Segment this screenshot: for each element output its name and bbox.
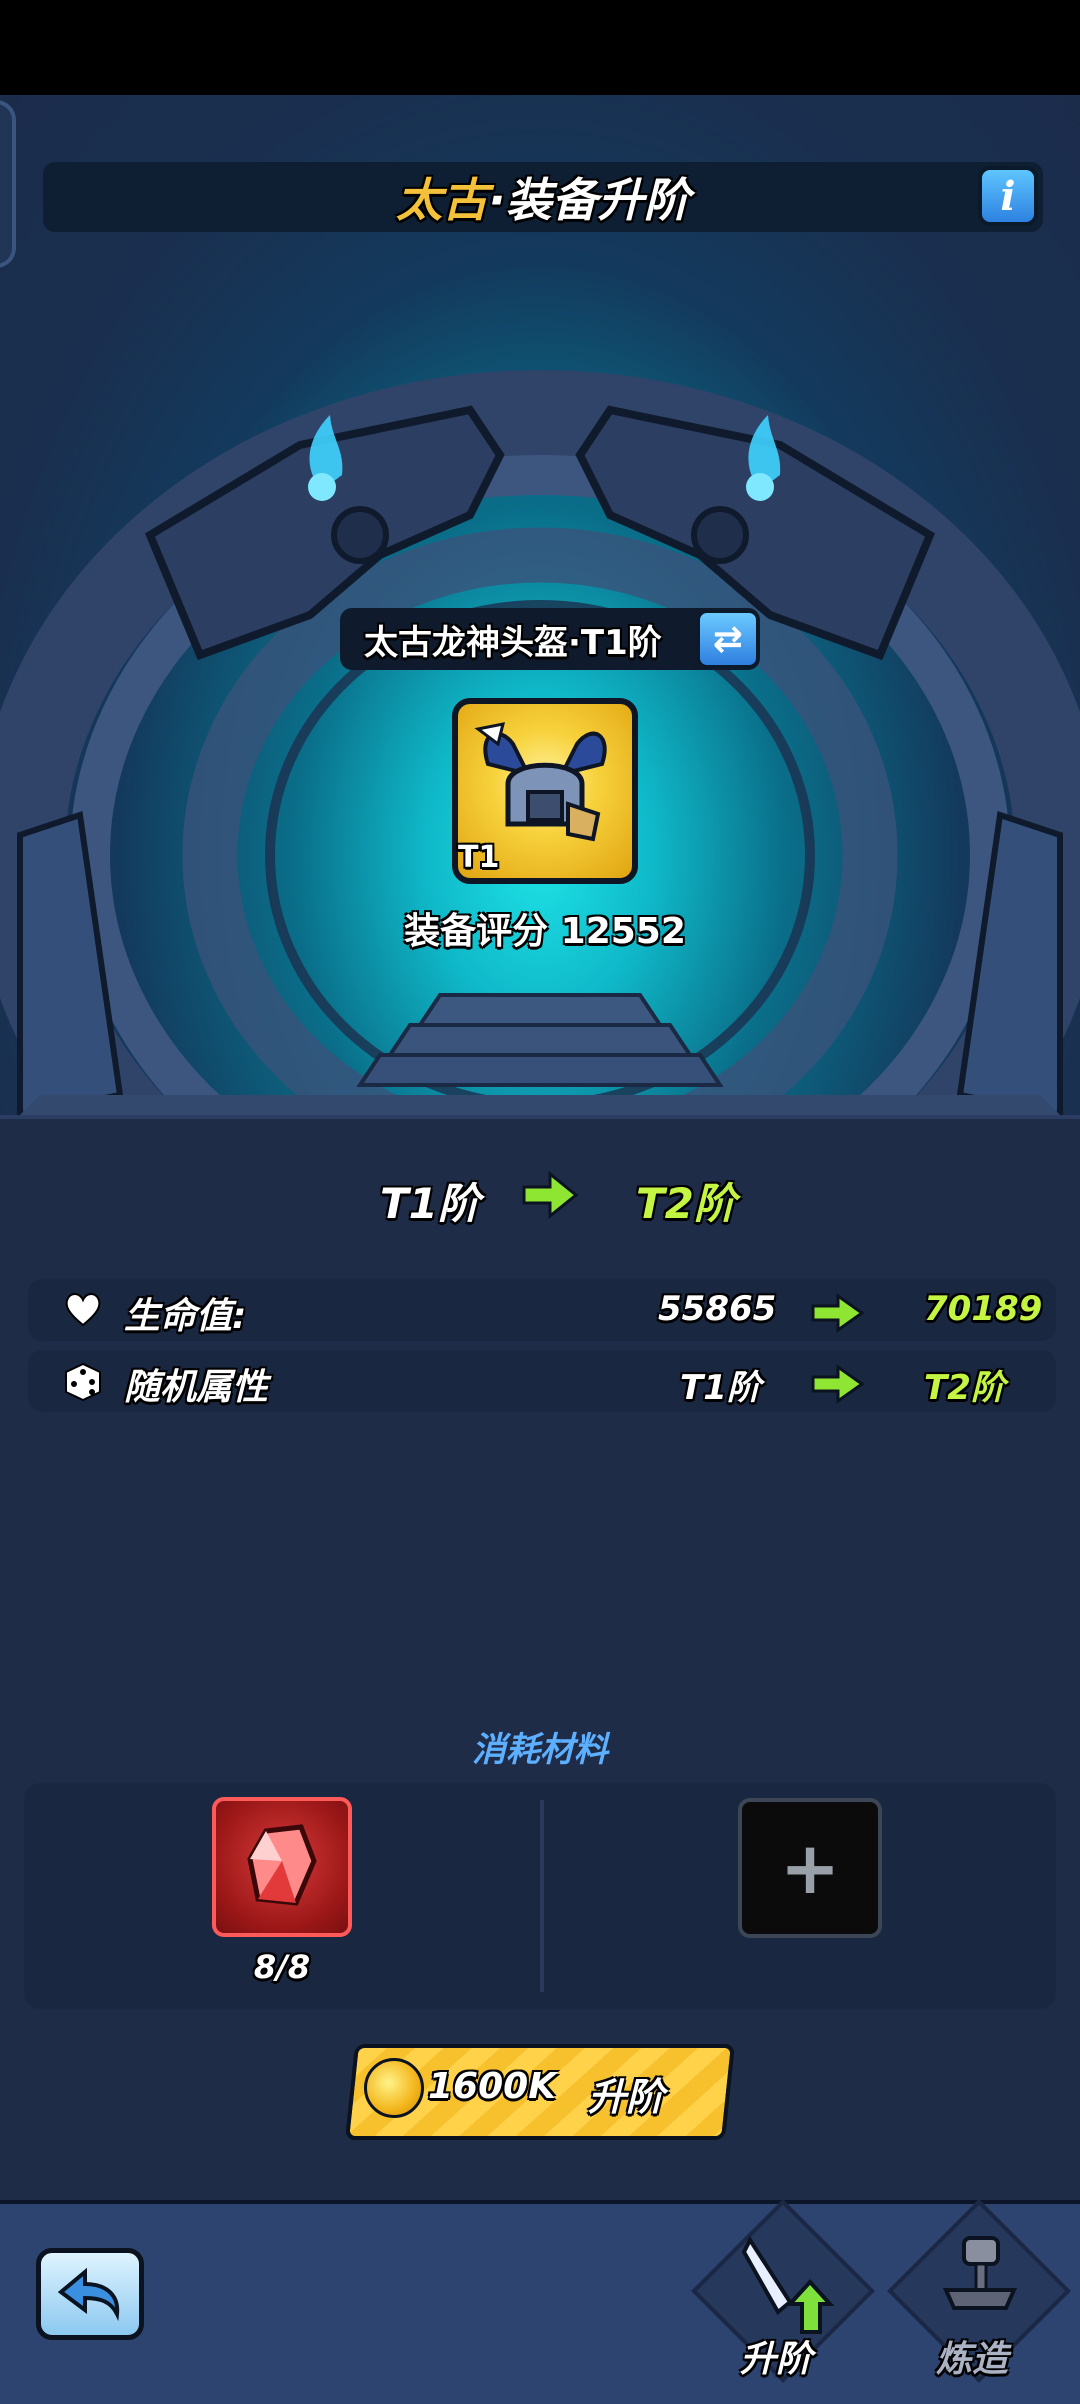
nav-upgrade-label: 升阶 — [740, 2339, 813, 2380]
item-name: 太古龙神头盔·T1阶 — [364, 622, 662, 663]
stat-to-value: T2阶 — [924, 1368, 1005, 1408]
title-highlight: 太古 — [396, 173, 489, 227]
dragon-portal-illustration — [0, 370, 1080, 1115]
status-bar — [0, 0, 1080, 95]
upgrade-cost: 1600K — [428, 2066, 557, 2107]
back-arrow-icon — [57, 2267, 120, 2322]
upgrade-button-label: 升阶 — [588, 2075, 665, 2119]
stat-to-value: 70189 — [924, 1289, 1043, 1329]
tier-from: T1阶 — [380, 1179, 480, 1228]
swap-button[interactable]: ⇄ — [697, 610, 759, 668]
gear-score: 装备评分 12552 — [404, 911, 686, 952]
stat-from-value: T1阶 — [680, 1368, 761, 1408]
arrow-right-icon — [811, 1364, 865, 1404]
add-material-slot[interactable]: + — [738, 1798, 882, 1938]
stat-row-hp: 生命值: 55865 70189 — [28, 1279, 1056, 1341]
plus-icon: + — [779, 1826, 841, 1910]
side-tab[interactable] — [0, 100, 16, 268]
arrow-right-icon — [811, 1293, 865, 1333]
heart-icon — [65, 1293, 101, 1327]
material-count: 8/8 — [253, 1948, 311, 1986]
stat-row-random-attr: 随机属性 T1阶 T2阶 — [28, 1350, 1056, 1412]
anvil-hammer-icon — [942, 2236, 1018, 2310]
title-bar: 太古 ·装备升阶 — [43, 162, 1043, 232]
sword-upgrade-icon — [741, 2235, 835, 2334]
stat-from-value: 55865 — [658, 1289, 777, 1329]
title-rest: ·装备升阶 — [488, 173, 690, 227]
back-button[interactable] — [36, 2248, 144, 2340]
dice-icon — [65, 1362, 101, 1402]
materials-title: 消耗材料 — [472, 1730, 608, 1770]
info-button[interactable]: i — [978, 166, 1038, 226]
red-gem-icon — [247, 1824, 317, 1906]
nav-forge-label: 炼造 — [936, 2339, 1009, 2380]
materials-divider — [540, 1800, 544, 1992]
tier-badge: T1 — [458, 840, 500, 875]
coin-icon — [364, 2058, 424, 2118]
tier-to: T2阶 — [636, 1179, 736, 1228]
stat-label: 生命值: — [124, 1296, 247, 1337]
material-slot-gem[interactable] — [212, 1797, 352, 1937]
swap-icon: ⇄ — [712, 618, 744, 660]
stat-label: 随机属性 — [124, 1367, 269, 1408]
arrow-right-icon — [522, 1170, 579, 1220]
page-title: 太古 ·装备升阶 — [43, 162, 1043, 232]
